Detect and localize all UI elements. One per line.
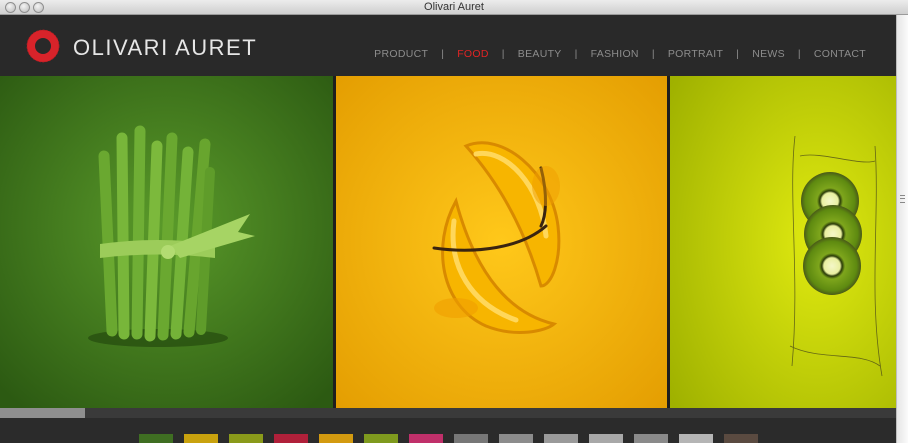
nav-separator: | <box>441 48 445 60</box>
gallery-thumbnail[interactable] <box>364 434 398 443</box>
nav-item-food[interactable]: FOOD <box>457 48 489 60</box>
gallery-thumbnail[interactable] <box>409 434 443 443</box>
gallery-thumbnail[interactable] <box>724 434 758 443</box>
nav-separator: | <box>574 48 578 60</box>
window-titlebar: Olivari Auret <box>0 0 908 15</box>
gallery-image-asparagus[interactable] <box>0 76 333 408</box>
window-title: Olivari Auret <box>424 1 484 13</box>
nav-item-news[interactable]: NEWS <box>752 48 785 60</box>
main-nav: PRODUCT | FOOD | BEAUTY | FASHION | PORTRAIT | NEW… <box>374 48 866 60</box>
gallery-thumbnail[interactable] <box>139 434 173 443</box>
logo-ring-icon[interactable] <box>26 29 60 63</box>
gallery-thumbnail[interactable] <box>319 434 353 443</box>
nav-separator: | <box>501 48 505 60</box>
nav-item-fashion[interactable]: FASHION <box>591 48 639 60</box>
scrollbar-grip-icon[interactable] <box>900 195 905 203</box>
site-header: OLIVARI AURET PRODUCT | FOOD | BEAUTY | FASHIO… <box>0 15 896 76</box>
gallery-thumbnail[interactable] <box>679 434 713 443</box>
nav-item-beauty[interactable]: BEAUTY <box>518 48 562 60</box>
thumbnail-strip <box>0 418 896 443</box>
gallery-thumbnail[interactable] <box>229 434 263 443</box>
nav-item-portrait[interactable]: PORTRAIT <box>668 48 723 60</box>
vertical-scrollbar[interactable] <box>896 15 908 443</box>
gallery-thumbnail[interactable] <box>544 434 578 443</box>
gallery-progress-bar[interactable] <box>0 408 896 418</box>
nav-item-contact[interactable]: CONTACT <box>814 48 866 60</box>
gallery-thumbnail[interactable] <box>454 434 488 443</box>
gallery-thumbnail[interactable] <box>184 434 218 443</box>
gallery-thumbnail[interactable] <box>499 434 533 443</box>
nav-separator: | <box>651 48 655 60</box>
gallery-thumbnail[interactable] <box>634 434 668 443</box>
nav-separator: | <box>736 48 740 60</box>
brand-name[interactable]: OLIVARI AURET <box>73 35 257 61</box>
nav-item-product[interactable]: PRODUCT <box>374 48 428 60</box>
nav-separator: | <box>797 48 801 60</box>
image-gallery <box>0 76 896 408</box>
gallery-image-kiwi[interactable] <box>670 76 896 408</box>
gallery-progress-fill <box>0 408 86 418</box>
gallery-thumbnail[interactable] <box>274 434 308 443</box>
gallery-thumbnail[interactable] <box>589 434 623 443</box>
gallery-image-bananas[interactable] <box>336 76 667 408</box>
